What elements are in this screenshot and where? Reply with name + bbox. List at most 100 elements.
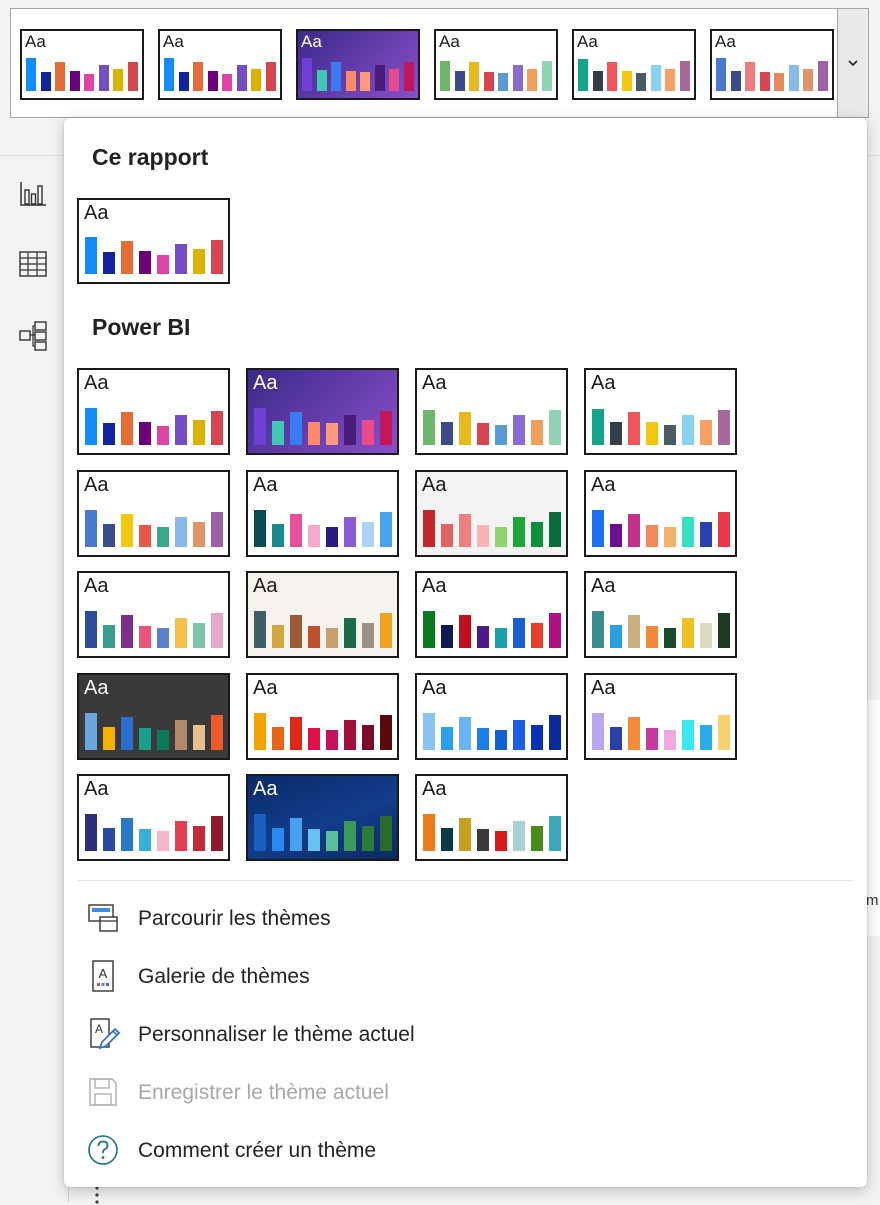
theme-tile[interactable]: Aa: [77, 571, 230, 658]
theme-color-bar: [55, 62, 66, 91]
theme-color-bar: [403, 62, 414, 91]
theme-tile[interactable]: Aa: [77, 469, 230, 557]
theme-tile[interactable]: Aa: [584, 571, 737, 658]
theme-color-bar: [254, 408, 266, 445]
theme-color-bar: [308, 422, 320, 445]
model-icon[interactable]: [17, 320, 49, 352]
theme-color-bar: [272, 421, 284, 445]
theme-color-bar: [527, 69, 538, 91]
menu-item-customize-theme[interactable]: A Personnaliser le thème actuel: [78, 1009, 852, 1059]
theme-color-bar: [344, 821, 356, 851]
theme-color-bar: [302, 58, 313, 91]
theme-tile[interactable]: Aa: [415, 469, 568, 557]
theme-color-bar: [139, 829, 151, 851]
theme-color-bar: [236, 65, 247, 91]
theme-color-bar: [207, 71, 218, 91]
theme-color-bar: [531, 420, 543, 445]
theme-tile[interactable]: Aa: [415, 774, 568, 861]
theme-preview-label: Aa: [253, 676, 278, 699]
theme-color-bar: [175, 244, 187, 274]
theme-color-bar: [84, 74, 95, 91]
theme-color-bar: [157, 628, 169, 648]
theme-tile[interactable]: Aa: [77, 198, 230, 284]
theme-tile[interactable]: Aa: [77, 672, 230, 760]
theme-color-bar: [121, 513, 133, 547]
theme-color-bar: [308, 829, 320, 851]
theme-color-bar: [103, 828, 115, 851]
menu-item-theme-gallery[interactable]: A Galerie de thèmes: [78, 951, 852, 1001]
theme-color-bar: [423, 814, 435, 851]
theme-tile[interactable]: Aa: [296, 29, 420, 100]
theme-color-bar: [193, 724, 205, 750]
theme-color-bar: [344, 618, 356, 648]
theme-tile[interactable]: Aa: [246, 571, 399, 658]
theme-color-bar: [211, 511, 223, 547]
theme-color-bar: [610, 726, 622, 750]
theme-tile[interactable]: Aa: [246, 469, 399, 557]
theme-color-bar: [164, 58, 175, 91]
theme-color-bar: [607, 62, 618, 91]
theme-preview-label: Aa: [301, 32, 322, 51]
theme-tile[interactable]: Aa: [584, 368, 737, 455]
theme-tile[interactable]: Aa: [77, 774, 230, 861]
theme-color-bar: [211, 240, 223, 274]
menu-item-help[interactable]: Comment créer un thème: [78, 1125, 852, 1175]
theme-color-bar: [665, 69, 676, 91]
theme-color-bar: [157, 255, 169, 274]
theme-color-bar: [610, 422, 622, 445]
theme-color-bar: [716, 58, 727, 91]
bar-chart-icon[interactable]: [17, 178, 49, 210]
theme-color-bar: [103, 625, 115, 648]
theme-tile[interactable]: Aa: [434, 29, 558, 100]
theme-color-bar: [193, 521, 205, 547]
theme-color-bar: [113, 69, 124, 91]
theme-color-bar: [483, 72, 494, 91]
gallery-expand-button[interactable]: [838, 8, 869, 118]
theme-color-bar: [621, 71, 632, 91]
theme-tile[interactable]: Aa: [246, 774, 399, 861]
theme-color-bar: [592, 409, 604, 445]
theme-color-bar: [374, 65, 385, 91]
menu-item-browse-themes[interactable]: Parcourir les thèmes: [78, 893, 852, 943]
theme-tile[interactable]: Aa: [415, 571, 568, 658]
theme-color-bar: [254, 509, 266, 547]
browse-themes-icon: [86, 901, 120, 935]
theme-color-bar: [610, 523, 622, 547]
theme-tile[interactable]: Aa: [572, 29, 696, 100]
theme-tile[interactable]: Aa: [246, 368, 399, 455]
theme-tile[interactable]: Aa: [584, 672, 737, 760]
theme-tile[interactable]: Aa: [710, 29, 834, 100]
theme-preview-label: Aa: [84, 575, 109, 597]
theme-color-bar: [730, 71, 741, 91]
theme-preview-label: Aa: [253, 372, 278, 394]
theme-color-bar: [193, 249, 205, 274]
theme-color-bar: [592, 712, 604, 750]
theme-color-bar: [549, 410, 561, 445]
theme-color-bar: [211, 714, 223, 750]
theme-color-bar: [121, 241, 133, 274]
theme-preview-label: Aa: [253, 778, 278, 800]
theme-tile[interactable]: Aa: [20, 29, 144, 100]
theme-color-bar: [477, 524, 489, 547]
theme-tile[interactable]: Aa: [158, 29, 282, 100]
theme-color-bar: [85, 712, 97, 750]
theme-tile[interactable]: Aa: [584, 469, 737, 557]
theme-color-bar: [308, 727, 320, 750]
theme-tile[interactable]: Aa: [246, 672, 399, 760]
theme-color-bar: [193, 826, 205, 851]
theme-color-bar: [175, 415, 187, 445]
theme-color-bar: [549, 714, 561, 750]
theme-tile[interactable]: Aa: [415, 672, 568, 760]
table-icon[interactable]: [17, 248, 49, 280]
theme-color-bar: [682, 618, 694, 648]
theme-color-bar: [441, 625, 453, 648]
theme-color-bar: [157, 831, 169, 851]
theme-preview-label: Aa: [84, 202, 109, 224]
theme-color-bar: [290, 412, 302, 445]
theme-color-bar: [441, 726, 453, 750]
theme-color-bar: [682, 516, 694, 547]
theme-preview-label: Aa: [591, 473, 616, 496]
theme-tile[interactable]: Aa: [415, 368, 568, 455]
theme-color-bar: [682, 719, 694, 750]
theme-tile[interactable]: Aa: [77, 368, 230, 455]
